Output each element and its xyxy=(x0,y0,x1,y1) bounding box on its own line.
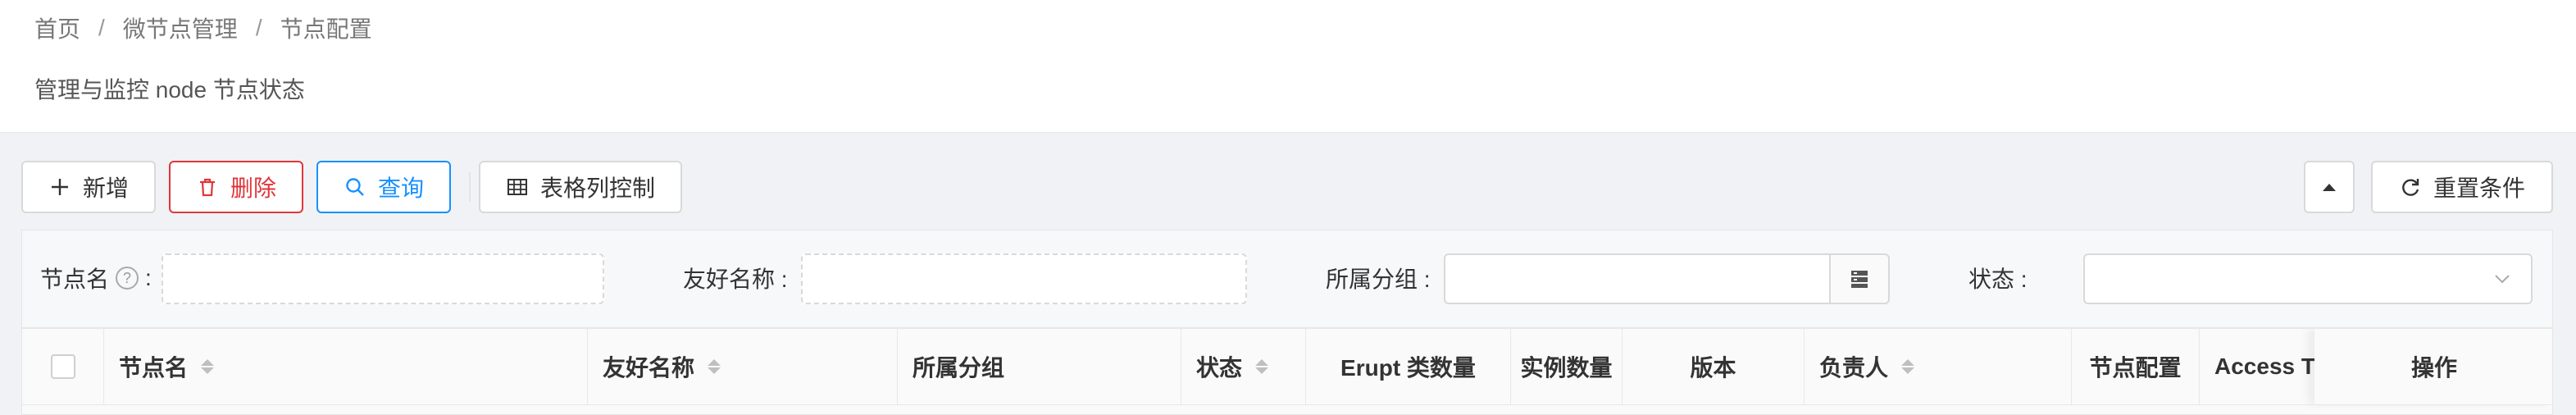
column-header-owner[interactable]: 负责人 xyxy=(1805,329,2072,404)
group-input[interactable] xyxy=(1444,253,1831,304)
toolbar: 新增 删除 查询 表格列控制 重置条件 xyxy=(21,161,2553,213)
node-name-label: 节点名 ? : xyxy=(40,262,152,294)
node-name-label-text: 节点名 xyxy=(40,267,110,292)
select-all-checkbox[interactable] xyxy=(50,354,75,379)
sort-icon[interactable] xyxy=(708,359,721,374)
column-header-label: 状态 xyxy=(1196,355,1243,381)
column-header-access-token: Access Token xyxy=(2200,329,2331,404)
breadcrumb-separator: / xyxy=(98,15,105,40)
search-panel: 节点名 ? : 友好名称 : 所属分组 : 状态 : xyxy=(21,230,2553,328)
breadcrumb-home[interactable]: 首页 xyxy=(34,11,80,44)
reset-conditions-button[interactable]: 重置条件 xyxy=(2371,161,2553,213)
triangle-up-icon xyxy=(2323,184,2336,191)
toolbar-divider xyxy=(469,172,471,202)
delete-button-label: 删除 xyxy=(230,176,276,201)
add-button-label: 新增 xyxy=(82,176,129,201)
column-header-version: 版本 xyxy=(1623,329,1805,404)
header-divider xyxy=(22,404,2552,405)
breadcrumb-node-management[interactable]: 微节点管理 xyxy=(123,11,238,44)
column-header-group: 所属分组 xyxy=(898,329,1181,404)
select-all-cell xyxy=(22,329,104,404)
node-name-label-colon: : xyxy=(145,265,152,290)
reset-conditions-label: 重置条件 xyxy=(2433,176,2525,201)
group-picker-button[interactable] xyxy=(1829,253,1890,304)
sort-icon[interactable] xyxy=(1255,359,1269,374)
page-header: 首页 / 微节点管理 / 节点配置 管理与监控 node 节点状态 xyxy=(0,0,2576,133)
refresh-icon xyxy=(2402,179,2419,196)
breadcrumb: 首页 / 微节点管理 / 节点配置 xyxy=(34,11,372,44)
column-control-label: 表格列控制 xyxy=(539,176,655,201)
column-header-friendly-name[interactable]: 友好名称 xyxy=(588,329,898,404)
sort-icon[interactable] xyxy=(1901,359,1915,374)
column-header-label: Erupt 类数量 xyxy=(1340,355,1476,381)
column-header-label: 所属分组 xyxy=(913,355,1005,381)
add-button[interactable]: 新增 xyxy=(21,161,156,213)
chevron-down-icon xyxy=(2495,275,2510,284)
plus-icon xyxy=(51,179,68,195)
status-select[interactable] xyxy=(2083,253,2533,304)
column-header-label: 节点配置 xyxy=(2089,355,2182,381)
column-header-label: 实例数量 xyxy=(1520,355,1613,381)
collapse-search-button[interactable] xyxy=(2304,161,2355,213)
table-icon xyxy=(507,179,527,195)
status-label: 状态 : xyxy=(1968,267,2028,292)
friendly-name-label: 友好名称 : xyxy=(683,267,788,292)
column-header-status[interactable]: 状态 xyxy=(1181,329,1306,404)
column-header-instance-count: 实例数量 xyxy=(1511,329,1623,404)
column-header-actions: 操作 xyxy=(2314,329,2552,404)
column-header-erupt-count: Erupt 类数量 xyxy=(1306,329,1511,404)
column-header-label: 节点名 xyxy=(119,355,189,381)
question-icon[interactable]: ? xyxy=(116,267,139,290)
breadcrumb-separator: / xyxy=(255,15,262,40)
column-header-label: 版本 xyxy=(1690,355,1736,381)
table-header: 节点名 友好名称 所属分组 状态 Erupt 类数量 实例数量 版本 负责人 节… xyxy=(21,328,2553,415)
delete-button[interactable]: 删除 xyxy=(169,161,303,213)
breadcrumb-current: 节点配置 xyxy=(280,16,372,42)
group-label: 所属分组 : xyxy=(1326,267,1431,292)
node-name-input[interactable] xyxy=(162,253,604,304)
friendly-name-input[interactable] xyxy=(801,253,1247,304)
column-header-label: 友好名称 xyxy=(603,355,695,381)
column-header-label: Access Token xyxy=(2214,353,2330,379)
query-button[interactable]: 查询 xyxy=(316,161,451,213)
query-button-label: 查询 xyxy=(377,176,424,201)
search-icon xyxy=(346,178,364,196)
column-header-label: 负责人 xyxy=(1819,355,1889,381)
column-header-node-name[interactable]: 节点名 xyxy=(104,329,588,404)
column-control-button[interactable]: 表格列控制 xyxy=(479,161,682,213)
column-header-label: 操作 xyxy=(2410,355,2457,381)
sort-icon[interactable] xyxy=(201,359,215,374)
server-icon xyxy=(1851,271,1868,288)
column-header-node-config: 节点配置 xyxy=(2072,329,2200,404)
trash-icon xyxy=(199,178,215,197)
page-description: 管理与监控 node 节点状态 xyxy=(34,77,305,103)
